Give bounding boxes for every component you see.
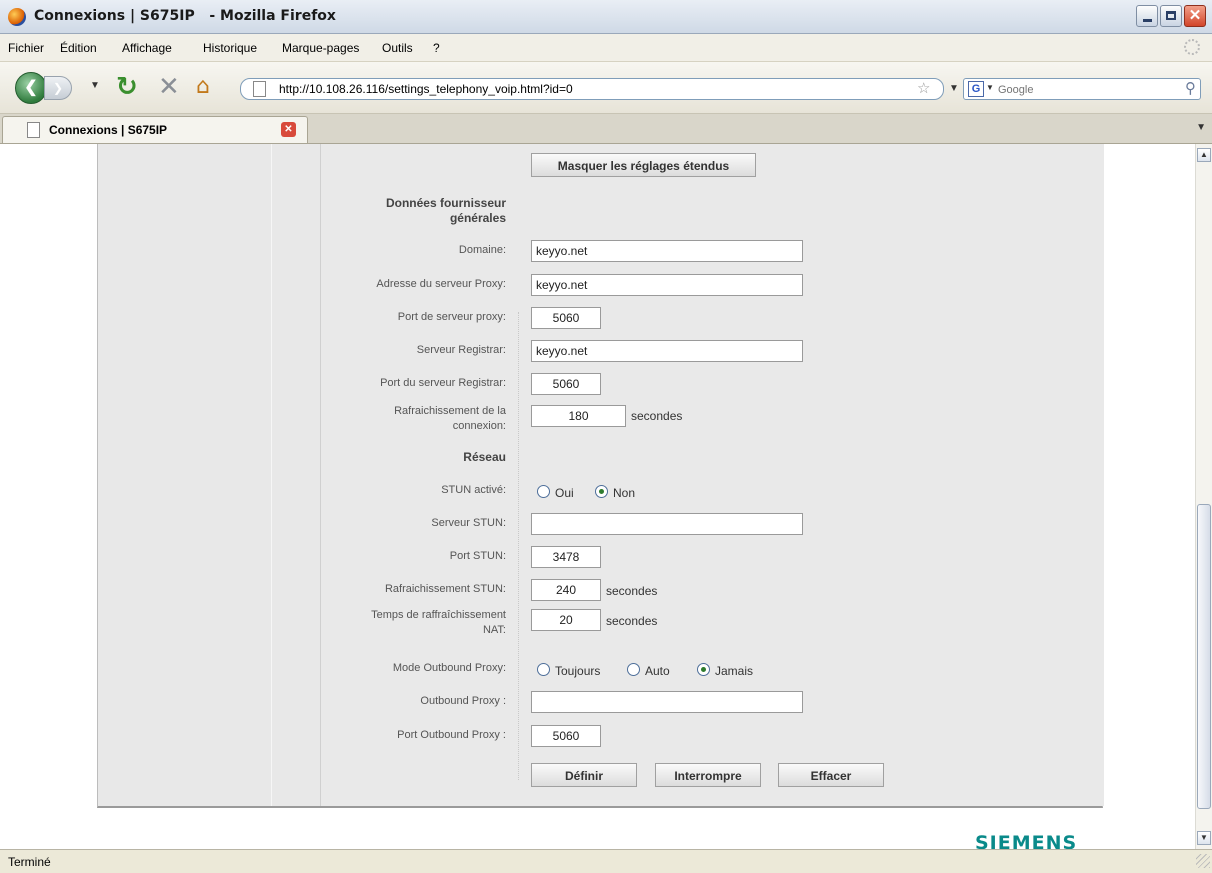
navigation-toolbar: ❮ ❯ ▼ ↻ ✕ ⌂ http://10.108.26.116/setting… [0, 62, 1212, 114]
tab-label: Connexions | S675IP [49, 123, 168, 137]
page-content: Masquer les réglages étendus Données fou… [0, 144, 1212, 849]
menu-fichier[interactable]: Fichier [8, 41, 44, 55]
menu-historique[interactable]: Historique [203, 41, 257, 55]
menu-help[interactable]: ? [433, 41, 440, 55]
url-dropdown-icon[interactable]: ▼ [949, 83, 959, 94]
scroll-thumb[interactable] [1197, 504, 1211, 809]
outbound-auto-label: Auto [645, 664, 670, 678]
menu-affichage[interactable]: Affichage [122, 41, 172, 55]
nat-refresh-unit: secondes [606, 614, 658, 628]
column-divider [271, 144, 272, 806]
stun-refresh-label: Rafraichissement STUN: [384, 583, 506, 595]
search-icon[interactable]: ⚲ [1185, 79, 1196, 97]
interrupt-button[interactable]: Interrompre [655, 763, 761, 787]
firefox-icon [8, 8, 26, 26]
tab-page-icon [27, 122, 40, 138]
tab-close-icon[interactable]: ✕ [281, 122, 296, 137]
outbound-always-radio[interactable] [537, 663, 550, 676]
vertical-scrollbar[interactable]: ▲ ▼ [1195, 144, 1212, 849]
page-icon [253, 81, 266, 97]
maximize-icon [1166, 11, 1176, 20]
forward-button[interactable]: ❯ [44, 76, 72, 100]
proxy-address-label: Adresse du serveur Proxy: [376, 278, 506, 290]
menu-bar: Fichier Édition Affichage Historique Mar… [0, 34, 1212, 62]
define-button[interactable]: Définir [531, 763, 637, 787]
tab-list-icon[interactable]: ▼ [1196, 122, 1206, 133]
refresh-input[interactable]: 180 [531, 405, 626, 427]
throbber-icon [1184, 39, 1200, 55]
toggle-advanced-button[interactable]: Masquer les réglages étendus [531, 153, 756, 177]
refresh-label: Rafraichissement de la connexion: [394, 405, 506, 432]
status-bar: Terminé [0, 849, 1212, 873]
stun-no-label: Non [613, 486, 636, 500]
nat-refresh-label: Temps de raffraîchissement NAT: [371, 609, 506, 636]
outbound-always-label: Toujours [555, 664, 601, 678]
section-provider-title: Données fournisseur générales [385, 196, 506, 225]
registrar-port-label: Port du serveur Registrar: [380, 377, 506, 389]
label-divider [518, 312, 520, 780]
minimize-icon [1143, 19, 1152, 22]
domain-label: Domaine: [458, 244, 506, 256]
outbound-never-radio[interactable] [697, 663, 710, 676]
menu-marque-pages[interactable]: Marque-pages [282, 41, 359, 55]
stun-yes-label: Oui [555, 486, 574, 500]
stun-refresh-unit: secondes [606, 584, 658, 598]
history-dropdown-icon[interactable]: ▼ [90, 80, 100, 91]
settings-panel: Masquer les réglages étendus Données fou… [97, 144, 1104, 808]
clear-button[interactable]: Effacer [778, 763, 884, 787]
stun-port-label: Port STUN: [449, 550, 506, 562]
close-icon: ✕ [1188, 7, 1202, 24]
resize-grip-icon[interactable] [1196, 854, 1210, 868]
refresh-unit: secondes [631, 409, 683, 423]
maximize-button[interactable] [1160, 5, 1182, 27]
outbound-mode-label: Mode Outbound Proxy: [392, 662, 506, 674]
siemens-logo: SIEMENS [975, 832, 1078, 849]
registrar-port-input[interactable]: 5060 [531, 373, 601, 395]
proxy-address-input[interactable]: keyyo.net [531, 274, 803, 296]
stun-no-radio[interactable] [595, 485, 608, 498]
outbound-port-label: Port Outbound Proxy : [397, 729, 506, 741]
outbound-proxy-input[interactable] [531, 691, 803, 713]
proxy-port-label: Port de serveur proxy: [397, 311, 506, 323]
domain-input[interactable]: keyyo.net [531, 240, 803, 262]
stun-server-input[interactable] [531, 513, 803, 535]
stun-enabled-label: STUN activé: [441, 484, 506, 496]
url-text[interactable]: http://10.108.26.116/settings_telephony_… [279, 82, 573, 96]
home-icon[interactable]: ⌂ [196, 76, 210, 98]
google-engine-icon[interactable]: G [968, 81, 984, 97]
registrar-label: Serveur Registrar: [416, 344, 506, 356]
outbound-auto-radio[interactable] [627, 663, 640, 676]
back-button[interactable]: ❮ [15, 72, 47, 104]
window-title: Connexions | S675IP - Mozilla Firefox [34, 8, 336, 24]
stop-icon[interactable]: ✕ [158, 74, 180, 100]
status-text: Terminé [8, 855, 51, 869]
tab-bar: Connexions | S675IP ✕ ▼ [0, 114, 1212, 144]
outbound-proxy-label: Outbound Proxy : [420, 695, 506, 707]
outbound-never-label: Jamais [715, 664, 754, 678]
stun-port-input[interactable]: 3478 [531, 546, 601, 568]
outbound-port-input[interactable]: 5060 [531, 725, 601, 747]
scroll-up-icon[interactable]: ▲ [1197, 148, 1211, 162]
engine-dropdown-icon[interactable]: ▼ [986, 83, 994, 92]
close-window-button[interactable]: ✕ [1184, 5, 1206, 27]
title-bar: Connexions | S675IP - Mozilla Firefox ✕ [0, 0, 1212, 34]
search-bar[interactable]: G ▼ ⚲ [963, 78, 1201, 100]
menu-edition[interactable]: Édition [60, 41, 97, 55]
nat-refresh-input[interactable]: 20 [531, 609, 601, 631]
menu-outils[interactable]: Outils [382, 41, 413, 55]
bookmark-star-icon[interactable]: ☆ [917, 79, 930, 97]
proxy-port-input[interactable]: 5060 [531, 307, 601, 329]
search-input[interactable] [996, 80, 1160, 100]
section-network-title: Réseau [463, 450, 506, 464]
registrar-input[interactable]: keyyo.net [531, 340, 803, 362]
tab-connexions[interactable]: Connexions | S675IP ✕ [2, 116, 308, 143]
scroll-down-icon[interactable]: ▼ [1197, 831, 1211, 845]
reload-icon[interactable]: ↻ [116, 74, 138, 100]
stun-refresh-input[interactable]: 240 [531, 579, 601, 601]
window-controls: ✕ [1136, 5, 1206, 27]
minimize-button[interactable] [1136, 5, 1158, 27]
url-bar[interactable]: http://10.108.26.116/settings_telephony_… [240, 78, 944, 100]
stun-yes-radio[interactable] [537, 485, 550, 498]
stun-server-label: Serveur STUN: [431, 517, 506, 529]
